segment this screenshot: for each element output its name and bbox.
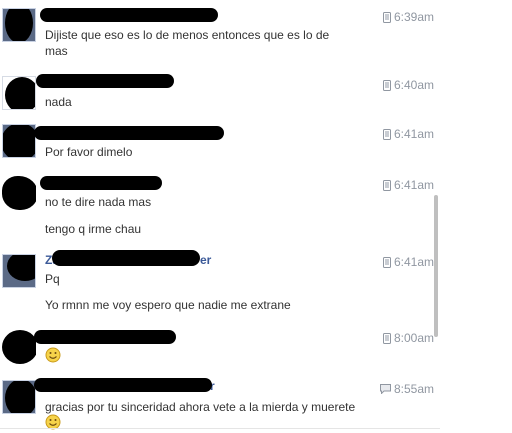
timestamp: 6:41am [382,178,434,192]
avatar[interactable] [2,380,36,414]
timestamp-text: 8:55am [393,382,434,396]
mobile-icon [382,128,391,140]
avatar[interactable] [2,330,36,364]
avatar[interactable] [2,176,36,210]
redacted-name [52,250,200,266]
message-text: Dijiste que eso es lo de menos entonces … [45,28,330,42]
redacted-name [34,126,224,140]
timestamp-text: 6:41am [393,255,434,269]
timestamp: 6:41am [382,255,434,269]
smiley-emoji-icon [45,347,61,363]
chat-bubble-icon [379,384,391,394]
message-text: nada [45,95,72,109]
timestamp-text: 8:00am [393,331,434,345]
scrollbar[interactable] [434,195,438,337]
timestamp-text: 6:41am [393,127,434,141]
redacted-name [40,8,218,22]
timestamp: 8:55am [379,382,434,396]
avatar[interactable] [2,124,36,158]
timestamp: 6:39am [382,10,434,24]
chat-conversation: 6:39am Dijiste que eso es lo de menos en… [0,0,440,433]
timestamp-text: 6:40am [393,78,434,92]
timestamp: 6:40am [382,78,434,92]
timestamp-text: 6:39am [393,10,434,24]
timestamp: 6:41am [382,127,434,141]
timestamp-text: 6:41am [393,178,434,192]
divider [0,428,440,429]
message-text: Pq [45,272,60,286]
message-text: no te dire nada mas [45,195,152,209]
message-text: Yo rmnn me voy espero que nadie me extra… [45,298,291,312]
mobile-icon [382,79,391,91]
timestamp: 8:00am [382,331,434,345]
avatar[interactable] [2,8,36,42]
avatar[interactable] [2,254,36,288]
redacted-name [40,176,162,190]
mobile-icon [382,11,391,23]
redacted-name [34,378,212,392]
mobile-icon [382,179,391,191]
avatar[interactable] [2,76,36,110]
redacted-name [36,74,174,88]
message-text: gracias por tu sinceridad ahora vete a l… [45,400,356,414]
mobile-icon [382,256,391,268]
message-text: tengo q irme chau [45,222,142,236]
message-text: mas [45,44,68,58]
message-text: Por favor dimelo [45,145,133,159]
mobile-icon [382,332,391,344]
sender-name-fragment[interactable]: er [200,253,211,267]
redacted-name [34,330,176,344]
